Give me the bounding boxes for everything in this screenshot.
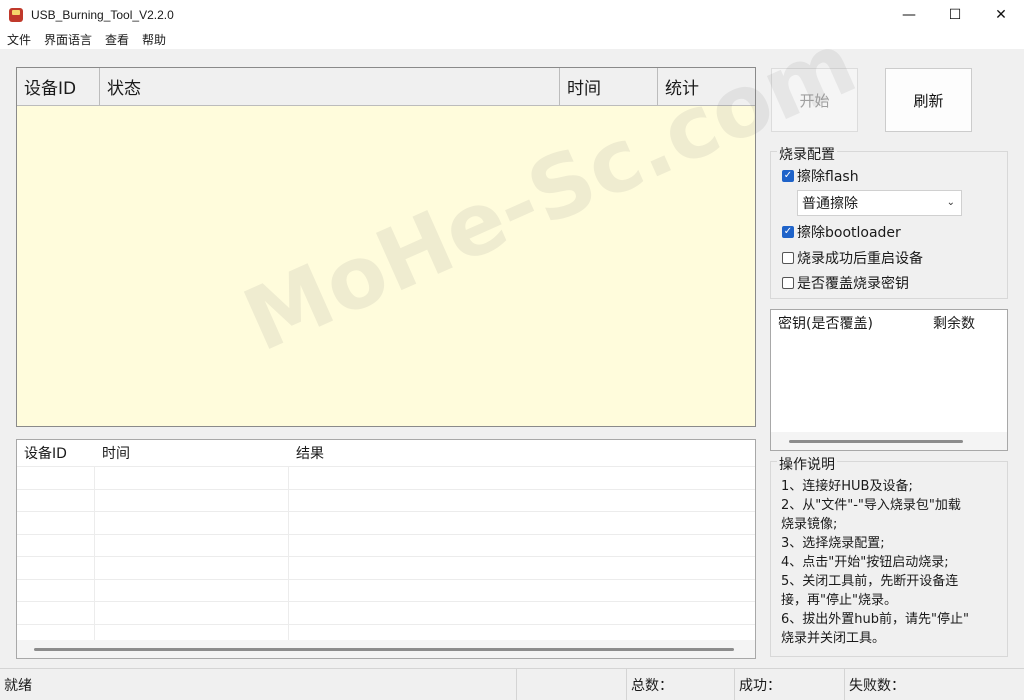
keys-table[interactable]: 密钥(是否覆盖) 剩余数	[770, 309, 1008, 451]
overwrite-key-checkbox[interactable]: 是否覆盖烧录密钥	[782, 273, 909, 293]
total-count-label: 总数：	[627, 669, 735, 700]
menu-language[interactable]: 界面语言	[37, 31, 98, 48]
erase-flash-label: 擦除flash	[797, 169, 859, 185]
table-row	[17, 556, 755, 579]
table-row	[17, 533, 755, 556]
checkbox-checked-icon[interactable]: ✓	[782, 226, 794, 238]
result-column-result[interactable]: 结果	[289, 440, 755, 466]
checkbox-unchecked-icon[interactable]	[782, 252, 794, 264]
instruction-line: 6、拔出外置hub前，请先"停止"	[781, 612, 969, 627]
checkbox-checked-icon[interactable]: ✓	[782, 170, 794, 182]
table-row	[17, 466, 755, 489]
burn-config-title: 烧录配置	[777, 144, 837, 164]
column-time[interactable]: 时间	[560, 68, 658, 105]
table-row	[17, 601, 755, 624]
instructions-text: 1、连接好HUB及设备; 2、从"文件"-"导入烧录包"加载 烧录镜像; 3、选…	[781, 477, 1006, 648]
result-horizontal-scrollbar[interactable]	[17, 640, 755, 658]
device-status-table[interactable]: 设备ID 状态 时间 统计	[16, 67, 756, 427]
erase-bootloader-label: 擦除bootloader	[797, 225, 901, 241]
scrollbar-thumb[interactable]	[789, 440, 963, 443]
instruction-line: 4、点击"开始"按钮启动烧录;	[781, 555, 949, 570]
status-bar: 就绪 总数： 成功： 失败数：	[0, 668, 1024, 700]
instruction-line: 1、连接好HUB及设备;	[781, 479, 913, 494]
erase-bootloader-checkbox[interactable]: ✓ 擦除bootloader	[782, 222, 901, 242]
burn-config-group: 烧录配置 ✓ 擦除flash 普通擦除 ⌄ ✓ 擦除bootloader 烧录成…	[770, 144, 1008, 299]
erase-flash-checkbox[interactable]: ✓ 擦除flash	[782, 166, 859, 186]
result-table[interactable]: 设备ID 时间 结果	[16, 439, 756, 659]
instruction-line: 烧录并关闭工具。	[781, 631, 886, 646]
status-spacer	[517, 669, 627, 700]
menu-file[interactable]: 文件	[0, 31, 37, 48]
table-row	[17, 578, 755, 601]
instruction-line: 接，再"停止"烧录。	[781, 593, 897, 608]
window-controls: — ☐ ✕	[886, 0, 1024, 30]
keys-column-remaining[interactable]: 剩余数	[926, 310, 1006, 336]
result-column-time[interactable]: 时间	[95, 440, 289, 466]
menu-bar: 文件 界面语言 查看 帮助	[0, 30, 1024, 49]
table-row	[17, 511, 755, 534]
table-row	[17, 488, 755, 511]
overwrite-key-label: 是否覆盖烧录密钥	[797, 276, 909, 292]
instruction-line: 烧录镜像;	[781, 517, 838, 532]
checkbox-unchecked-icon[interactable]	[782, 277, 794, 289]
title-bar: USB_Burning_Tool_V2.2.0 — ☐ ✕	[0, 0, 1024, 30]
chevron-down-icon: ⌄	[946, 197, 955, 208]
close-icon[interactable]: ✕	[978, 0, 1024, 30]
app-icon	[9, 8, 23, 22]
refresh-button[interactable]: 刷新	[885, 68, 972, 132]
column-device-id[interactable]: 设备ID	[17, 68, 100, 105]
instructions-title: 操作说明	[777, 454, 837, 474]
instruction-line: 3、选择烧录配置;	[781, 536, 885, 551]
result-table-header: 设备ID 时间 结果	[17, 440, 755, 466]
menu-help[interactable]: 帮助	[135, 31, 172, 48]
instruction-line: 5、关闭工具前，先断开设备连	[781, 574, 959, 589]
keys-table-header: 密钥(是否覆盖) 剩余数	[771, 310, 1007, 336]
minimize-icon[interactable]: —	[886, 0, 932, 30]
keys-horizontal-scrollbar[interactable]	[771, 432, 1007, 450]
reboot-after-label: 烧录成功后重启设备	[797, 251, 923, 267]
scrollbar-thumb[interactable]	[34, 648, 734, 651]
maximize-icon[interactable]: ☐	[932, 0, 978, 30]
instruction-line: 2、从"文件"-"导入烧录包"加载	[781, 498, 961, 513]
result-column-device-id[interactable]: 设备ID	[17, 440, 95, 466]
column-stats[interactable]: 统计	[658, 68, 755, 105]
fail-count-label: 失败数：	[849, 677, 905, 694]
device-table-header: 设备ID 状态 时间 统计	[17, 68, 755, 106]
instructions-group: 操作说明 1、连接好HUB及设备; 2、从"文件"-"导入烧录包"加载 烧录镜像…	[770, 454, 1008, 657]
erase-mode-select[interactable]: 普通擦除 ⌄	[797, 190, 962, 216]
keys-column-key[interactable]: 密钥(是否覆盖)	[771, 310, 926, 336]
menu-view[interactable]: 查看	[98, 31, 135, 48]
column-status[interactable]: 状态	[100, 68, 560, 105]
erase-mode-value: 普通擦除	[802, 196, 858, 212]
status-text: 就绪	[0, 669, 517, 700]
reboot-after-checkbox[interactable]: 烧录成功后重启设备	[782, 248, 923, 268]
success-count-label: 成功：	[735, 669, 845, 700]
start-button[interactable]: 开始	[771, 68, 858, 132]
window-title: USB_Burning_Tool_V2.2.0	[31, 8, 174, 22]
